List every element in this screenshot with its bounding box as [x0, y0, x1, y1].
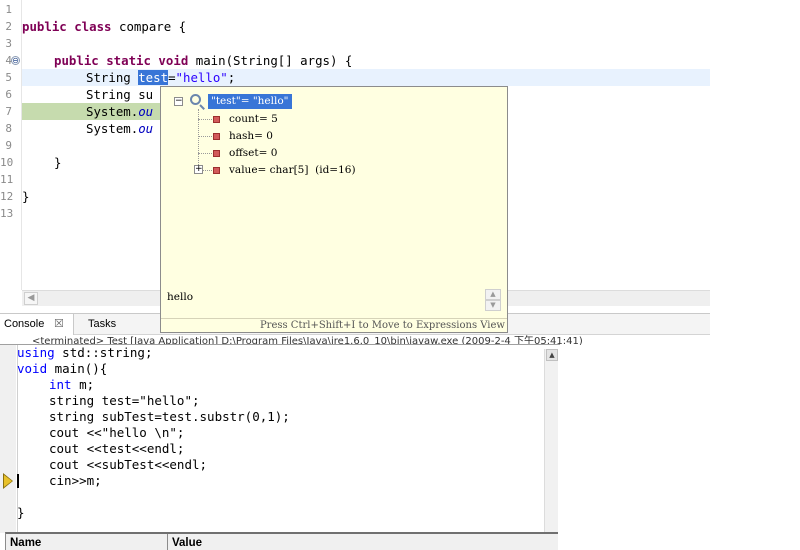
line-number: 9	[5, 139, 12, 152]
code-text: m;	[71, 377, 95, 392]
vertical-scrollbar[interactable]: ▲	[544, 349, 558, 533]
field-entry[interactable]: hash= 0	[229, 129, 273, 143]
code-text: String su	[86, 87, 154, 102]
line-number: 6	[5, 88, 12, 101]
code-line[interactable]: }	[54, 154, 61, 171]
code-line[interactable]: System.ou	[86, 103, 153, 120]
text-caret	[17, 474, 19, 488]
private-field-icon	[213, 116, 220, 123]
static-field: ou	[138, 104, 154, 119]
current-statement-arrow-icon	[4, 475, 12, 487]
column-header-name[interactable]: Name	[10, 537, 41, 549]
code-line[interactable]: string test="hello";	[49, 393, 200, 409]
code-text: main(){	[47, 361, 108, 376]
field-entry[interactable]: offset= 0	[229, 146, 277, 160]
keyword: void	[17, 361, 48, 376]
line-number: 1	[5, 3, 12, 16]
code-line[interactable]: void main(){	[17, 361, 107, 377]
variable-hover-popup[interactable]: − "test"= "hello" count= 5 hash= 0 offse…	[160, 86, 508, 333]
column-divider[interactable]	[167, 534, 168, 550]
code-text: main(String[] args) {	[188, 53, 353, 68]
code-line[interactable]: System.ou	[86, 120, 153, 137]
keyword: public class	[22, 19, 112, 34]
line-number: 10	[0, 156, 14, 169]
close-icon[interactable]: ☒	[54, 317, 64, 330]
code-line[interactable]: String test="hello";	[86, 69, 235, 86]
tree-guide	[198, 119, 212, 120]
inspect-magnifier-icon	[190, 94, 201, 105]
string-literal: "hello"	[175, 70, 228, 85]
line-number: 7	[5, 105, 12, 118]
code-text: std::string;	[54, 345, 153, 360]
scroll-down-arrow-icon[interactable]: ▼	[485, 300, 501, 311]
line-number: 3	[5, 37, 12, 50]
scroll-left-arrow-icon[interactable]: ◀	[24, 292, 38, 305]
tab-tasks-label: Tasks	[88, 318, 117, 330]
line-number-gutter: 1 2 3 4 ⊖ 5 6 7 8 9 10 11 12 13	[0, 0, 22, 290]
field-entry[interactable]: value= char[5] (id=16)	[229, 163, 356, 177]
private-field-icon	[213, 167, 220, 174]
code-line[interactable]: using std::string;	[17, 345, 152, 361]
code-text: System.	[86, 104, 139, 119]
tab-console[interactable]: Console ☒	[0, 314, 74, 335]
code-text: compare {	[111, 19, 187, 34]
code-line[interactable]: String su	[86, 86, 153, 103]
code-line[interactable]: public class compare {	[22, 18, 186, 35]
code-line[interactable]: cin>>m;	[49, 473, 102, 489]
code-text: String	[86, 70, 139, 85]
keyword: using	[17, 345, 55, 360]
scroll-up-arrow-icon[interactable]: ▲	[546, 349, 558, 361]
line-number: 11	[0, 173, 14, 186]
code-line[interactable]: string subTest=test.substr(0,1);	[49, 409, 290, 425]
code-text: =	[168, 70, 176, 85]
fold-collapse-icon[interactable]: ⊖	[11, 56, 20, 65]
popup-footer-hint[interactable]: Press Ctrl+Shift+I to Move to Expression…	[161, 318, 507, 332]
tree-guide	[198, 136, 212, 137]
scroll-up-arrow-icon[interactable]: ▲	[485, 289, 501, 300]
field-entry[interactable]: count= 5	[229, 112, 278, 126]
code-line[interactable]: int m;	[49, 377, 94, 393]
line-number: 13	[0, 207, 14, 220]
hover-root-variable[interactable]: "test"= "hello"	[208, 94, 292, 109]
code-text: }	[54, 155, 62, 170]
expand-toggle-icon[interactable]: +	[194, 165, 203, 174]
code-line[interactable]: cout <<"hello \n";	[49, 425, 184, 441]
cpp-code-window[interactable]: using std::string; void main(){ int m; s…	[0, 344, 560, 533]
collapse-toggle-icon[interactable]: −	[174, 97, 183, 106]
code-text: }	[22, 189, 30, 204]
detail-scrollbar[interactable]: ▲ ▼	[485, 289, 501, 311]
detail-pane-text: hello	[167, 291, 194, 303]
static-field: ou	[138, 121, 154, 136]
code-line[interactable]: cout <<test<<endl;	[49, 441, 184, 457]
tree-guide	[198, 153, 212, 154]
selected-variable[interactable]: test	[138, 70, 169, 85]
line-number: 8	[5, 122, 12, 135]
line-number: 2	[5, 20, 12, 33]
line-number: 5	[5, 71, 12, 84]
code-line[interactable]: cout <<subTest<<endl;	[49, 457, 207, 473]
code-text: ;	[227, 70, 236, 85]
private-field-icon	[213, 133, 220, 140]
private-field-icon	[213, 150, 220, 157]
keyword: public static void	[54, 53, 189, 68]
code-line[interactable]: public static void main(String[] args) {	[54, 52, 352, 69]
code-text: System.	[86, 121, 139, 136]
indicator-margin[interactable]	[0, 345, 16, 533]
keyword: int	[49, 377, 72, 392]
watch-window-header: Name Value	[5, 532, 558, 550]
line-number: 12	[0, 190, 14, 203]
tab-tasks[interactable]: Tasks	[80, 314, 130, 335]
code-line[interactable]: }	[17, 505, 25, 521]
tab-console-label: Console	[4, 318, 45, 330]
column-header-value[interactable]: Value	[172, 537, 202, 549]
code-line[interactable]: }	[22, 188, 29, 205]
